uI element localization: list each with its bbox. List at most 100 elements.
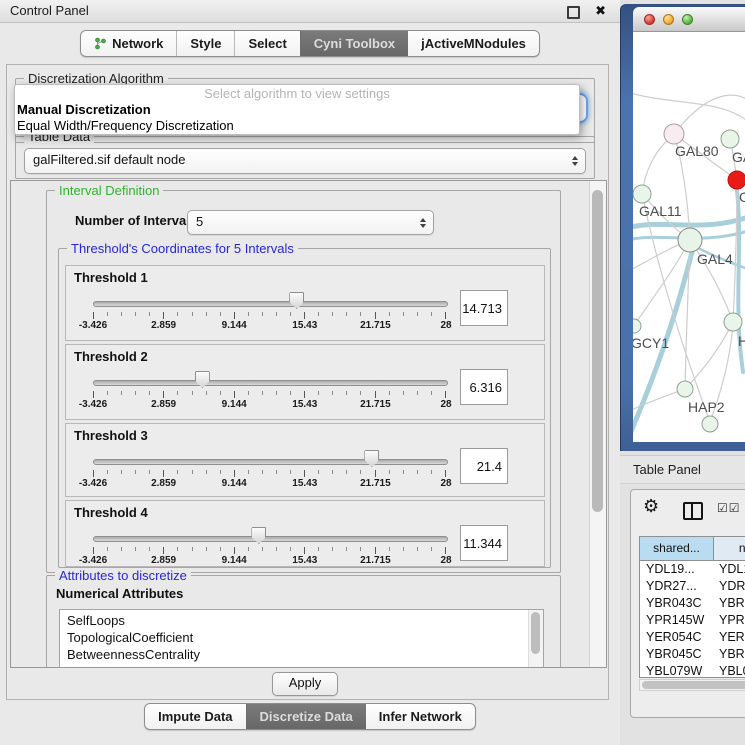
threshold-label: Threshold 1 — [74, 270, 148, 285]
slider-track[interactable] — [93, 459, 448, 465]
settings-vertical-scrollbar[interactable] — [589, 181, 606, 667]
tick-mark — [177, 391, 178, 395]
attributes-group: Attributes to discretize Numerical Attri… — [46, 575, 561, 668]
tick-mark — [121, 547, 122, 551]
tab-select[interactable]: Select — [234, 31, 299, 56]
list-item[interactable]: SelfLoops — [60, 612, 543, 629]
tick-mark — [248, 391, 249, 395]
tick-mark — [304, 312, 305, 319]
slider-track[interactable] — [93, 301, 448, 307]
control-panel-titlebar: Control Panel ✖ — [0, 0, 620, 23]
threshold-value-field[interactable]: 6.316 — [460, 369, 508, 405]
network-node-hap2[interactable] — [677, 381, 693, 397]
scrollbar-thumb[interactable] — [642, 681, 745, 689]
table-row[interactable]: YDL19...YDL1 — [640, 561, 745, 578]
network-node-gal11[interactable] — [633, 185, 651, 203]
tab-impute-data[interactable]: Impute Data — [145, 704, 245, 729]
list-item[interactable]: TopologicalCoefficient — [60, 629, 543, 646]
table-row[interactable]: YER054CYER0 — [640, 629, 745, 646]
column-header-shared[interactable]: shared... — [640, 537, 714, 560]
tick-mark — [290, 470, 291, 474]
table-horizontal-scrollbar[interactable] — [639, 679, 745, 691]
dropdown-prompt: Select algorithm to view settings — [15, 85, 579, 102]
checkboxes-icon[interactable]: ☑☑ — [717, 501, 741, 515]
tick-label: 2.859 — [151, 320, 176, 331]
network-node[interactable] — [702, 416, 718, 432]
table-row[interactable]: YBL079WYBL0 — [640, 663, 745, 678]
node-label: H — [738, 333, 745, 349]
tick-mark — [234, 312, 235, 319]
numerical-attributes-list[interactable]: SelfLoopsTopologicalCoefficientBetweenne… — [59, 609, 544, 668]
threshold-value-field[interactable]: 14.713 — [460, 290, 508, 326]
tick-mark — [290, 547, 291, 551]
tick-mark — [276, 547, 277, 551]
number-of-intervals-label: Number of Intervals — [75, 213, 197, 228]
table-row[interactable]: YDR27...YDR2 — [640, 578, 745, 595]
tick-mark — [290, 312, 291, 316]
tick-mark — [107, 391, 108, 395]
dropdown-option-manual-discretization[interactable]: Manual Discretization — [15, 102, 579, 118]
tick-mark — [318, 312, 319, 316]
tick-mark — [445, 547, 446, 554]
zoom-traffic-light[interactable] — [682, 14, 693, 25]
node-label: GAL11 — [639, 203, 682, 219]
slider-track[interactable] — [93, 380, 448, 386]
gear-icon[interactable]: ⚙ — [643, 496, 659, 517]
number-of-intervals-combobox[interactable]: 5 — [187, 210, 434, 235]
list-item[interactable]: BetweennessCentrality — [60, 646, 543, 663]
close-icon[interactable]: ✖ — [595, 0, 606, 21]
tick-label: 9.144 — [222, 555, 247, 566]
split-columns-icon[interactable] — [683, 502, 703, 520]
attributes-scrollbar[interactable] — [528, 610, 543, 668]
tick-mark — [403, 391, 404, 395]
tick-label: 28 — [440, 399, 451, 410]
tab-network[interactable]: Network — [81, 31, 176, 56]
threshold-value-field[interactable]: 11.344 — [460, 525, 508, 561]
tab-jactivemnodules[interactable]: jActiveMNodules — [408, 31, 539, 56]
slider-track[interactable] — [93, 536, 448, 542]
network-node-gal4[interactable] — [678, 228, 702, 252]
tab-infer-network[interactable]: Infer Network — [366, 704, 475, 729]
tick-mark — [149, 391, 150, 395]
tick-mark — [445, 391, 446, 398]
network-edge[interactable] — [685, 322, 733, 389]
scrollbar-thumb[interactable] — [531, 612, 540, 654]
tick-mark — [121, 470, 122, 474]
column-header-na[interactable]: na — [714, 537, 745, 560]
table-row[interactable]: YPR145WYPR1 — [640, 612, 745, 629]
table-cell: YER0 — [714, 629, 745, 646]
dropdown-option-equal-width-frequency[interactable]: Equal Width/Frequency Discretization — [15, 118, 579, 134]
table-data-combobox[interactable]: galFiltered.sif default node — [24, 148, 586, 174]
network-node-gcy1[interactable] — [633, 319, 641, 333]
algorithm-dropdown-popup: Select algorithm to view settings Manual… — [14, 84, 580, 135]
apply-button[interactable]: Apply — [272, 672, 338, 696]
network-node-gal80[interactable] — [664, 124, 684, 144]
network-node-ga[interactable] — [721, 130, 739, 148]
network-node-c[interactable] — [728, 171, 745, 189]
tab-discretize-data[interactable]: Discretize Data — [246, 704, 366, 729]
scrollbar-thumb[interactable] — [592, 190, 603, 512]
threshold-value-field[interactable]: 21.4 — [460, 448, 508, 484]
table-cell: YPR145W — [640, 612, 714, 629]
network-edge[interactable] — [633, 92, 745, 124]
close-traffic-light[interactable] — [644, 14, 655, 25]
table-row[interactable]: YBR045CYBR0 — [640, 646, 745, 663]
bottom-tab-bar: Impute DataDiscretize DataInfer Network — [0, 703, 620, 730]
table-cell: YBR045C — [640, 646, 714, 663]
tick-label: -3.426 — [79, 555, 107, 566]
tick-mark — [234, 470, 235, 477]
network-edge[interactable] — [674, 95, 745, 134]
tick-mark — [234, 547, 235, 554]
tab-cyni-toolbox[interactable]: Cyni Toolbox — [300, 31, 408, 56]
network-canvas[interactable]: GAL80GACGAL11GAL4GCY1HHAP2 — [633, 32, 745, 442]
tick-label: 2.859 — [151, 399, 176, 410]
minimize-traffic-light[interactable] — [663, 14, 674, 25]
table-row[interactable]: YBR043CYBR0 — [640, 595, 745, 612]
tab-style[interactable]: Style — [176, 31, 234, 56]
network-node-h[interactable] — [724, 313, 742, 331]
table-cell: YBL079W — [640, 663, 714, 678]
float-window-icon[interactable] — [567, 6, 580, 19]
tick-mark — [163, 312, 164, 319]
tick-mark — [93, 312, 94, 319]
network-view-window: GAL80GACGAL11GAL4GCY1HHAP2 — [620, 4, 745, 451]
